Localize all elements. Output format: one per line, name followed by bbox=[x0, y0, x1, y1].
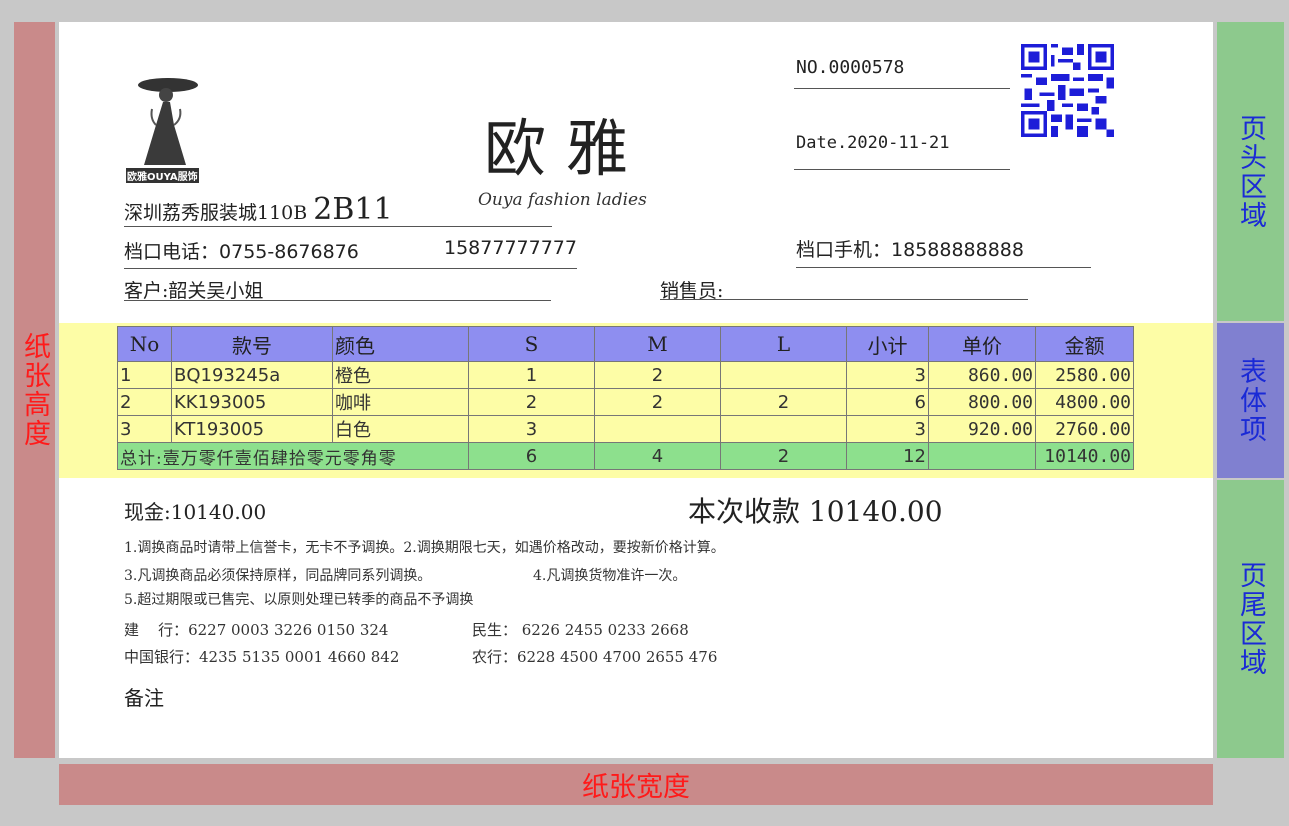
cell-subtotal: 3 bbox=[846, 415, 929, 443]
qr-code-icon bbox=[1021, 44, 1114, 137]
cell-code: BQ193245a bbox=[171, 361, 333, 389]
col-header: No bbox=[117, 326, 172, 362]
dress-logo-icon bbox=[138, 78, 198, 165]
remark-label: 备注 bbox=[124, 686, 164, 710]
paper-width-band: 纸张宽度 bbox=[59, 764, 1213, 805]
table-row: 2 KK193005 咖啡 2 2 2 6 800.00 4800.00 bbox=[117, 388, 1134, 416]
cell-l bbox=[720, 361, 847, 389]
paper-height-band: 纸张高度 bbox=[14, 22, 55, 758]
item-table: No 款号 颜色 S M L 小计 单价 金额 1 BQ193245a 橙色 1… bbox=[117, 326, 1134, 470]
cell-s: 3 bbox=[468, 415, 595, 443]
col-header: S bbox=[468, 326, 595, 362]
total-l: 2 bbox=[720, 442, 847, 470]
cell-l: 2 bbox=[720, 388, 847, 416]
shop-location-text: 深圳荔秀服装城110B bbox=[124, 202, 308, 224]
cell-subtotal: 3 bbox=[846, 361, 929, 389]
cell-no: 2 bbox=[117, 388, 172, 416]
paper-width-label: 纸张宽度 bbox=[582, 772, 690, 803]
total-amount: 10140.00 bbox=[1035, 442, 1134, 470]
logo-text: 欧雅OUYA服饰 bbox=[126, 168, 199, 183]
body-area-band: 表体项 bbox=[1217, 323, 1284, 478]
table-total-row: 总计:壹万零仟壹佰肆拾零元零角零 6 4 2 12 10140.00 bbox=[117, 442, 1134, 470]
table-row: 3 KT193005 白色 3 3 920.00 2760.00 bbox=[117, 415, 1134, 443]
divider bbox=[794, 88, 1010, 89]
divider bbox=[794, 169, 1010, 170]
col-header: 金额 bbox=[1035, 326, 1134, 362]
shop-mobile: 档口手机：18588888888 bbox=[796, 235, 1024, 262]
col-header: L bbox=[720, 326, 847, 362]
cell-l bbox=[720, 415, 847, 443]
divider bbox=[124, 226, 552, 227]
cell-color: 咖啡 bbox=[332, 388, 469, 416]
customer-label: 客户: bbox=[124, 280, 169, 302]
note-line-2: 3.凡调换商品必须保持原样，同品牌同系列调换。 bbox=[124, 568, 432, 584]
bank-account-boc: 中国银行：4235 5135 0001 4660 842 bbox=[124, 648, 400, 666]
receipt-date: Date.2020-11-21 bbox=[796, 133, 950, 153]
phone-label: 档口电话： bbox=[124, 241, 220, 263]
cell-price: 800.00 bbox=[928, 388, 1036, 416]
cash-amount: 现金:10140.00 bbox=[124, 500, 267, 524]
header-area-band: 页头区域 bbox=[1217, 22, 1284, 321]
mobile-value: 18588888888 bbox=[891, 239, 1024, 261]
total-subtotal: 12 bbox=[846, 442, 929, 470]
cell-no: 1 bbox=[117, 361, 172, 389]
note-line-1: 1.调换商品时请带上信誉卡，无卡不予调换。2.调换期限七天，如遇价格改动，要按新… bbox=[124, 540, 725, 556]
brand-title: 欧雅 bbox=[484, 112, 649, 185]
customer: 客户:韶关吴小姐 bbox=[124, 276, 263, 303]
cell-color: 白色 bbox=[332, 415, 469, 443]
paper-height-label: 纸张高度 bbox=[19, 332, 50, 448]
total-price bbox=[928, 442, 1036, 470]
divider bbox=[796, 267, 1091, 268]
shop-phone: 档口电话：0755-8676876 bbox=[124, 237, 359, 264]
divider bbox=[124, 268, 577, 269]
cell-price: 860.00 bbox=[928, 361, 1036, 389]
receipt-number: NO.0000578 bbox=[796, 57, 905, 78]
customer-value: 韶关吴小姐 bbox=[168, 280, 264, 302]
shop-phone-2: 15877777777 bbox=[444, 237, 577, 259]
received-amount: 本次收款 10140.00 bbox=[688, 495, 943, 528]
bank-account-abc: 农行：6228 4500 4700 2655 476 bbox=[472, 648, 718, 666]
note-line-3: 5.超过期限或已售完、以原则处理已转季的商品不予调换 bbox=[124, 592, 474, 608]
cell-s: 1 bbox=[468, 361, 595, 389]
col-header: M bbox=[594, 326, 721, 362]
cell-amount: 4800.00 bbox=[1035, 388, 1134, 416]
mobile-label: 档口手机： bbox=[796, 239, 892, 261]
cell-m bbox=[594, 415, 721, 443]
header-area-label: 页头区域 bbox=[1235, 113, 1266, 230]
shop-code: 2B11 bbox=[313, 192, 393, 227]
cell-s: 2 bbox=[468, 388, 595, 416]
total-m: 4 bbox=[594, 442, 721, 470]
cell-subtotal: 6 bbox=[846, 388, 929, 416]
bank-account-cmbc: 民生： 6226 2455 0233 2668 bbox=[472, 621, 689, 639]
total-label: 总计:壹万零仟壹佰肆拾零元零角零 bbox=[117, 442, 469, 470]
cell-amount: 2760.00 bbox=[1035, 415, 1134, 443]
divider bbox=[660, 299, 1028, 300]
cell-code: KK193005 bbox=[171, 388, 333, 416]
cell-m: 2 bbox=[594, 388, 721, 416]
col-header: 单价 bbox=[928, 326, 1036, 362]
col-header: 款号 bbox=[171, 326, 333, 362]
brand-subtitle: Ouya fashion ladies bbox=[478, 190, 647, 210]
cell-code: KT193005 bbox=[171, 415, 333, 443]
table-header-row: No 款号 颜色 S M L 小计 单价 金额 bbox=[117, 326, 1134, 362]
cell-m: 2 bbox=[594, 361, 721, 389]
shop-location: 深圳荔秀服装城110B 2B11 bbox=[124, 192, 393, 227]
cell-color: 橙色 bbox=[332, 361, 469, 389]
cell-amount: 2580.00 bbox=[1035, 361, 1134, 389]
body-area-label: 表体项 bbox=[1235, 357, 1266, 444]
col-header: 小计 bbox=[846, 326, 929, 362]
phone-value: 0755-8676876 bbox=[219, 241, 359, 263]
note-line-2b: 4.凡调换货物准许一次。 bbox=[533, 568, 687, 584]
total-s: 6 bbox=[468, 442, 595, 470]
footer-area-band: 页尾区域 bbox=[1217, 480, 1284, 758]
footer-area-label: 页尾区域 bbox=[1235, 561, 1266, 677]
cell-no: 3 bbox=[117, 415, 172, 443]
table-row: 1 BQ193245a 橙色 1 2 3 860.00 2580.00 bbox=[117, 361, 1134, 389]
divider bbox=[124, 300, 551, 301]
col-header: 颜色 bbox=[332, 326, 469, 362]
cell-price: 920.00 bbox=[928, 415, 1036, 443]
bank-account-ccb: 建 行：6227 0003 3226 0150 324 bbox=[124, 621, 389, 639]
